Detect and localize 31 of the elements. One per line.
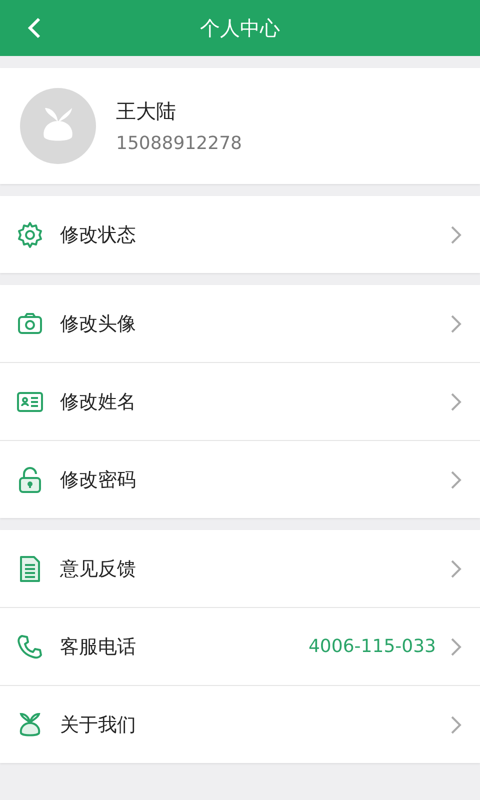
menu-label: 客服电话	[60, 634, 137, 660]
chevron-icon	[450, 392, 462, 412]
chevron-icon	[450, 714, 462, 734]
menu-label: 修改状态	[60, 222, 137, 248]
profile-card[interactable]: 王大陆 15088912278	[0, 68, 480, 184]
chevron-icon	[450, 636, 462, 656]
chevron-icon	[450, 558, 462, 578]
user-name: 王大陆	[116, 98, 177, 125]
chevron-icon	[450, 470, 462, 490]
settings-icon	[16, 220, 44, 248]
menu-item[interactable]: 意见反馈	[0, 530, 480, 607]
menu-item[interactable]: 修改头像	[0, 285, 480, 362]
menu-item[interactable]: 修改状态	[0, 196, 480, 273]
phone-number: 4006-115-033	[308, 636, 436, 657]
menu-label: 修改密码	[60, 468, 137, 492]
menu-item[interactable]: 修改姓名	[0, 362, 480, 440]
menu-label: 关于我们	[60, 712, 137, 738]
menu-item[interactable]: 修改密码	[0, 440, 480, 518]
menu-label: 修改头像	[60, 312, 137, 336]
page-title: 个人中心	[200, 14, 280, 42]
lock-icon	[16, 466, 44, 494]
menu-label: 修改姓名	[60, 390, 137, 414]
user-phone: 15088912278	[116, 133, 242, 154]
avatar-icon	[20, 88, 96, 164]
back-icon[interactable]	[26, 17, 42, 39]
chevron-icon	[450, 314, 462, 334]
phone-icon	[16, 632, 44, 660]
menu-label: 意见反馈	[60, 556, 137, 582]
menu-item[interactable]: 关于我们	[0, 685, 480, 763]
menu-item[interactable]: 客服电话 4006-115-033	[0, 607, 480, 685]
chevron-icon	[450, 224, 462, 244]
